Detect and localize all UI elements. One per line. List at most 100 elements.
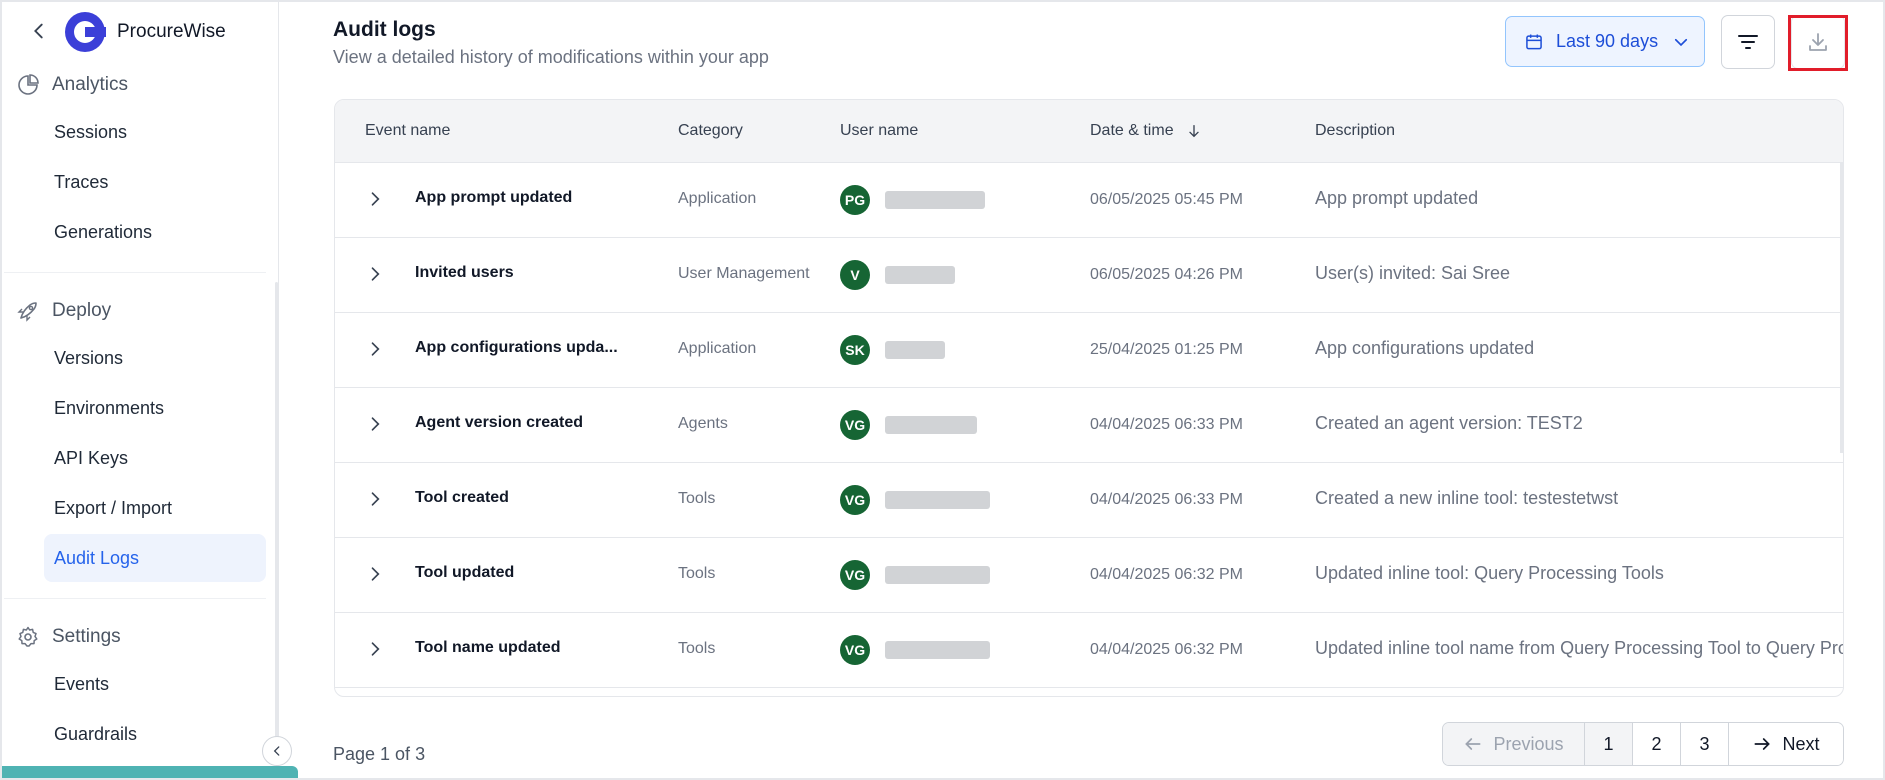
chevron-left-icon	[273, 746, 280, 756]
chevron-right-icon[interactable]	[365, 414, 385, 434]
date-time: 04/04/2025 06:32 PM	[1090, 641, 1244, 658]
date-time: 06/05/2025 04:26 PM	[1090, 266, 1244, 283]
chevron-left-icon[interactable]	[28, 20, 50, 42]
description: Created a new inline tool: testestetwst	[1315, 488, 1619, 508]
collapse-sidebar-button[interactable]	[262, 736, 292, 766]
date-time: 25/04/2025 01:25 PM	[1090, 341, 1244, 358]
category: Application	[678, 190, 757, 207]
event-name: App configurations upda...	[415, 339, 618, 356]
avatar: VG	[840, 560, 870, 590]
chevron-right-icon[interactable]	[365, 639, 385, 659]
table-row[interactable]: App configurations upda... Application S…	[335, 313, 1843, 388]
chevron-right-icon[interactable]	[365, 339, 385, 359]
page-button-2[interactable]: 2	[1633, 723, 1681, 765]
calendar-icon	[1526, 34, 1542, 49]
previous-label: Previous	[1493, 733, 1564, 754]
sidebar-item-environments[interactable]: Environments	[44, 384, 266, 432]
category: Tools	[678, 565, 716, 582]
category: Tools	[678, 490, 716, 507]
sidebar-item-sessions[interactable]: Sessions	[44, 108, 266, 156]
date-time: 04/04/2025 06:33 PM	[1090, 491, 1244, 508]
table-row[interactable]: Invited users User Management V 06/05/20…	[335, 238, 1843, 313]
redacted-user-name	[885, 491, 990, 509]
rocket-icon	[17, 302, 37, 322]
date-time: 04/04/2025 06:32 PM	[1090, 566, 1244, 583]
page-info: Page 1 of 3	[333, 744, 426, 764]
next-label: Next	[1782, 733, 1820, 754]
sidebar-item-api-keys[interactable]: API Keys	[44, 434, 266, 482]
chevron-right-icon[interactable]	[365, 489, 385, 509]
column-header-category[interactable]: Category	[678, 122, 743, 140]
status-bar	[2, 766, 298, 778]
redacted-user-name	[885, 641, 990, 659]
logo-icon	[65, 12, 106, 52]
description: Created an agent version: TEST2	[1315, 413, 1583, 433]
sidebar: ProcureWise Analytics Sessions Traces Ge…	[2, 2, 279, 778]
next-page-button[interactable]: Next	[1729, 723, 1843, 765]
redacted-user-name	[885, 341, 945, 359]
avatar: VG	[840, 410, 870, 440]
sidebar-item-traces[interactable]: Traces	[44, 158, 266, 206]
previous-page-button[interactable]: Previous	[1443, 723, 1585, 765]
brand: ProcureWise	[2, 2, 279, 60]
column-header-event[interactable]: Event name	[365, 122, 450, 140]
chevron-right-icon[interactable]	[365, 189, 385, 209]
divider	[4, 272, 266, 273]
sidebar-section-label: Deploy	[52, 300, 112, 321]
sidebar-section-label: Settings	[52, 626, 121, 647]
highlight-box	[1788, 15, 1848, 71]
date-range-label: Last 90 days	[1556, 31, 1659, 51]
sidebar-item-generations[interactable]: Generations	[44, 208, 266, 256]
pagination: Previous 1 2 3 Next	[1442, 722, 1844, 766]
table-header: Event name Category User name Date & tim…	[335, 100, 1843, 163]
divider	[4, 598, 266, 599]
avatar: VG	[840, 485, 870, 515]
sidebar-item-export-import[interactable]: Export / Import	[44, 484, 266, 532]
table-row[interactable]: Agent version created Agents VG 04/04/20…	[335, 388, 1843, 463]
arrow-left-icon	[1465, 738, 1481, 750]
description: App configurations updated	[1315, 338, 1535, 358]
table-scrollbar[interactable]	[1840, 163, 1843, 453]
sidebar-item-guardrails[interactable]: Guardrails	[44, 710, 266, 758]
date-time: 04/04/2025 06:33 PM	[1090, 416, 1244, 433]
event-name: App prompt updated	[415, 189, 573, 206]
category: Agents	[678, 415, 728, 432]
column-header-description[interactable]: Description	[1315, 122, 1395, 140]
sidebar-item-audit-logs[interactable]: Audit Logs	[44, 534, 266, 582]
description: User(s) invited: Sai Sree	[1315, 263, 1511, 283]
sidebar-item-versions[interactable]: Versions	[44, 334, 266, 382]
description: Updated inline tool: Query Processing To…	[1315, 563, 1664, 583]
app-name: ProcureWise	[117, 21, 226, 42]
sidebar-section-analytics[interactable]: Analytics	[16, 70, 128, 100]
redacted-user-name	[885, 566, 990, 584]
sidebar-scrollbar[interactable]	[275, 282, 278, 762]
filter-icon	[1738, 35, 1758, 49]
page-title: Audit logs	[333, 18, 436, 41]
sidebar-section-settings[interactable]: Settings	[16, 622, 121, 652]
pie-chart-icon	[18, 74, 39, 95]
sidebar-item-events[interactable]: Events	[44, 660, 266, 708]
chevron-right-icon[interactable]	[365, 564, 385, 584]
category: Tools	[678, 640, 716, 657]
date-range-button[interactable]: Last 90 days	[1505, 16, 1705, 67]
column-header-date-label: Date & time	[1090, 122, 1174, 139]
chevron-right-icon[interactable]	[365, 264, 385, 284]
page-button-1[interactable]: 1	[1585, 723, 1633, 765]
event-name: Agent version created	[415, 414, 584, 431]
avatar: PG	[840, 185, 870, 215]
column-header-date[interactable]: Date & time	[1090, 122, 1202, 140]
event-name: Invited users	[415, 264, 514, 281]
event-name: Tool updated	[415, 564, 515, 581]
sidebar-section-deploy[interactable]: Deploy	[16, 296, 111, 326]
filter-button[interactable]	[1721, 15, 1775, 69]
table-row[interactable]: App prompt updated Application PG 06/05/…	[335, 163, 1843, 238]
column-header-user[interactable]: User name	[840, 122, 918, 140]
description: App prompt updated	[1315, 188, 1479, 208]
table-row[interactable]: Tool name updated Tools VG 04/04/2025 06…	[335, 613, 1843, 688]
table-row[interactable]: Tool updated Tools VG 04/04/2025 06:32 P…	[335, 538, 1843, 613]
chevron-down-icon	[1675, 38, 1688, 46]
audit-log-table: Event name Category User name Date & tim…	[334, 99, 1844, 697]
description: Updated inline tool name from Query Proc…	[1315, 638, 1844, 658]
page-button-3[interactable]: 3	[1681, 723, 1729, 765]
table-row[interactable]: Tool created Tools VG 04/04/2025 06:33 P…	[335, 463, 1843, 538]
